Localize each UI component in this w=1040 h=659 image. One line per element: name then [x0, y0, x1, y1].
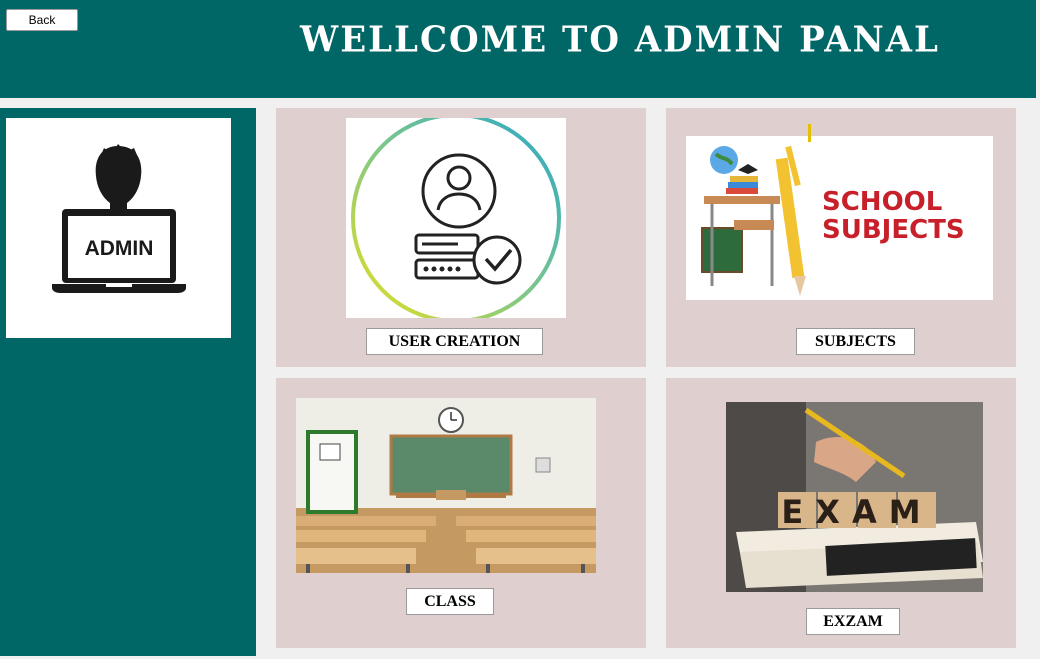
admin-laptop-icon: ADMIN	[52, 144, 186, 293]
admin-label: ADMIN	[85, 237, 154, 260]
subjects-image-text-2: SUBJECTS	[822, 215, 965, 245]
subjects-image-text-1: SCHOOL	[822, 187, 942, 217]
exam-image-text: EXAM	[781, 493, 932, 531]
page-title: WELLCOME TO ADMIN PANAL	[300, 19, 940, 61]
exam-image: EXAM	[726, 402, 983, 592]
admin-avatar: ADMIN	[6, 118, 231, 338]
class-button[interactable]: CLASS	[406, 588, 494, 615]
exam-button[interactable]: EXZAM	[806, 608, 900, 635]
subjects-image: SCHOOL SUBJECTS	[686, 136, 993, 300]
header-edge	[1036, 0, 1040, 98]
class-image	[296, 398, 596, 573]
user-creation-button[interactable]: USER CREATION	[366, 328, 543, 355]
pencil-tip-decoration	[808, 124, 811, 136]
user-creation-image	[346, 118, 566, 318]
back-button[interactable]: Back	[6, 9, 78, 31]
subjects-button[interactable]: SUBJECTS	[796, 328, 915, 355]
